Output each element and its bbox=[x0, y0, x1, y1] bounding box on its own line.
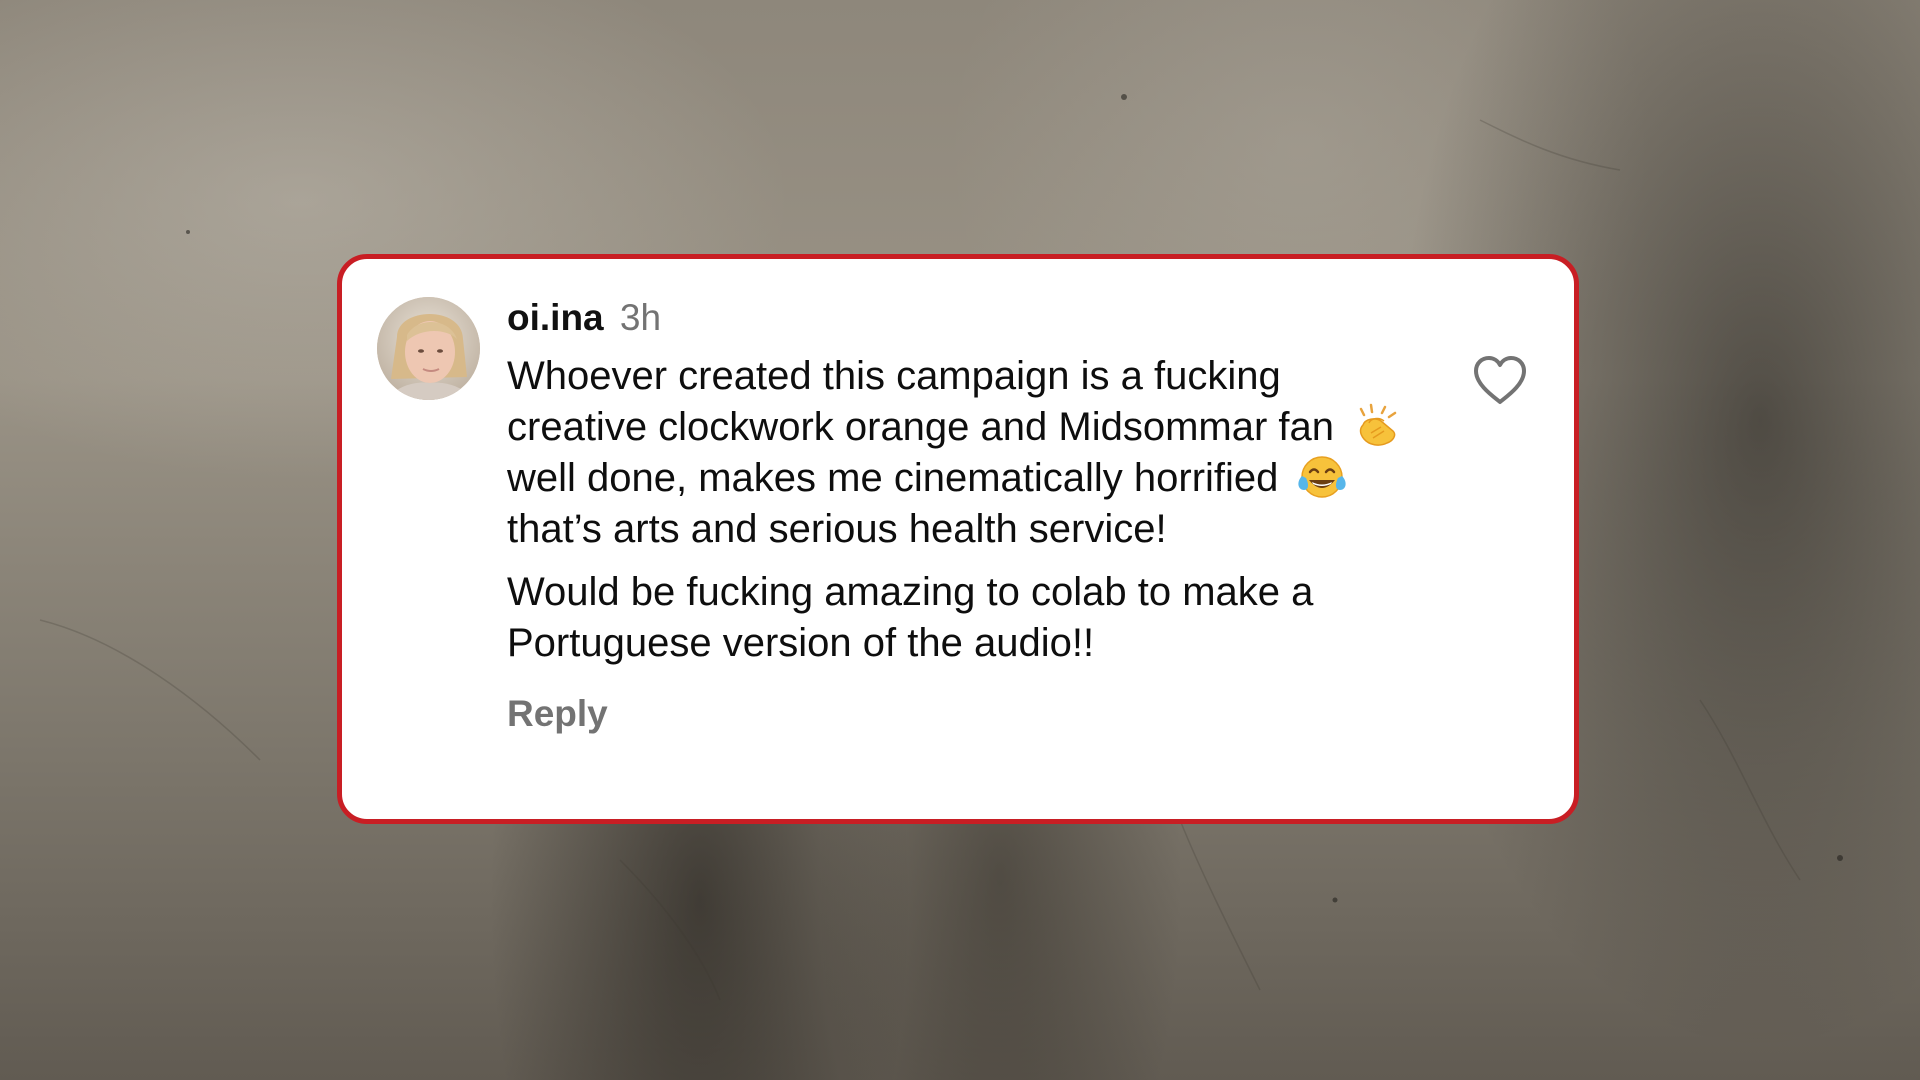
comment-meta: oi.ina 3h bbox=[507, 295, 1427, 341]
clapping-hands-emoji bbox=[1359, 403, 1397, 446]
username[interactable]: oi.ina bbox=[507, 297, 604, 338]
comment-text-part: that’s arts and serious health service! bbox=[507, 507, 1167, 551]
reply-button[interactable]: Reply bbox=[507, 693, 608, 735]
avatar-photo bbox=[377, 297, 480, 400]
comment-text: Whoever created this campaign is a fucki… bbox=[507, 351, 1427, 669]
comment-content: oi.ina 3h Whoever created this campaign … bbox=[507, 295, 1427, 735]
tears-of-joy-emoji bbox=[1297, 456, 1346, 498]
comment-text-part: Whoever created this campaign is a fucki… bbox=[507, 354, 1346, 449]
comment-paragraph: Whoever created this campaign is a fucki… bbox=[507, 351, 1427, 555]
timestamp: 3h bbox=[619, 297, 662, 338]
comment-card: oi.ina 3h Whoever created this campaign … bbox=[337, 254, 1579, 824]
heart-outline-icon[interactable] bbox=[1472, 355, 1528, 407]
avatar[interactable] bbox=[377, 297, 480, 400]
comment-paragraph: Would be fucking amazing to colab to mak… bbox=[507, 570, 1314, 665]
comment-text-part: well done, makes me cinematically horrif… bbox=[507, 456, 1290, 500]
